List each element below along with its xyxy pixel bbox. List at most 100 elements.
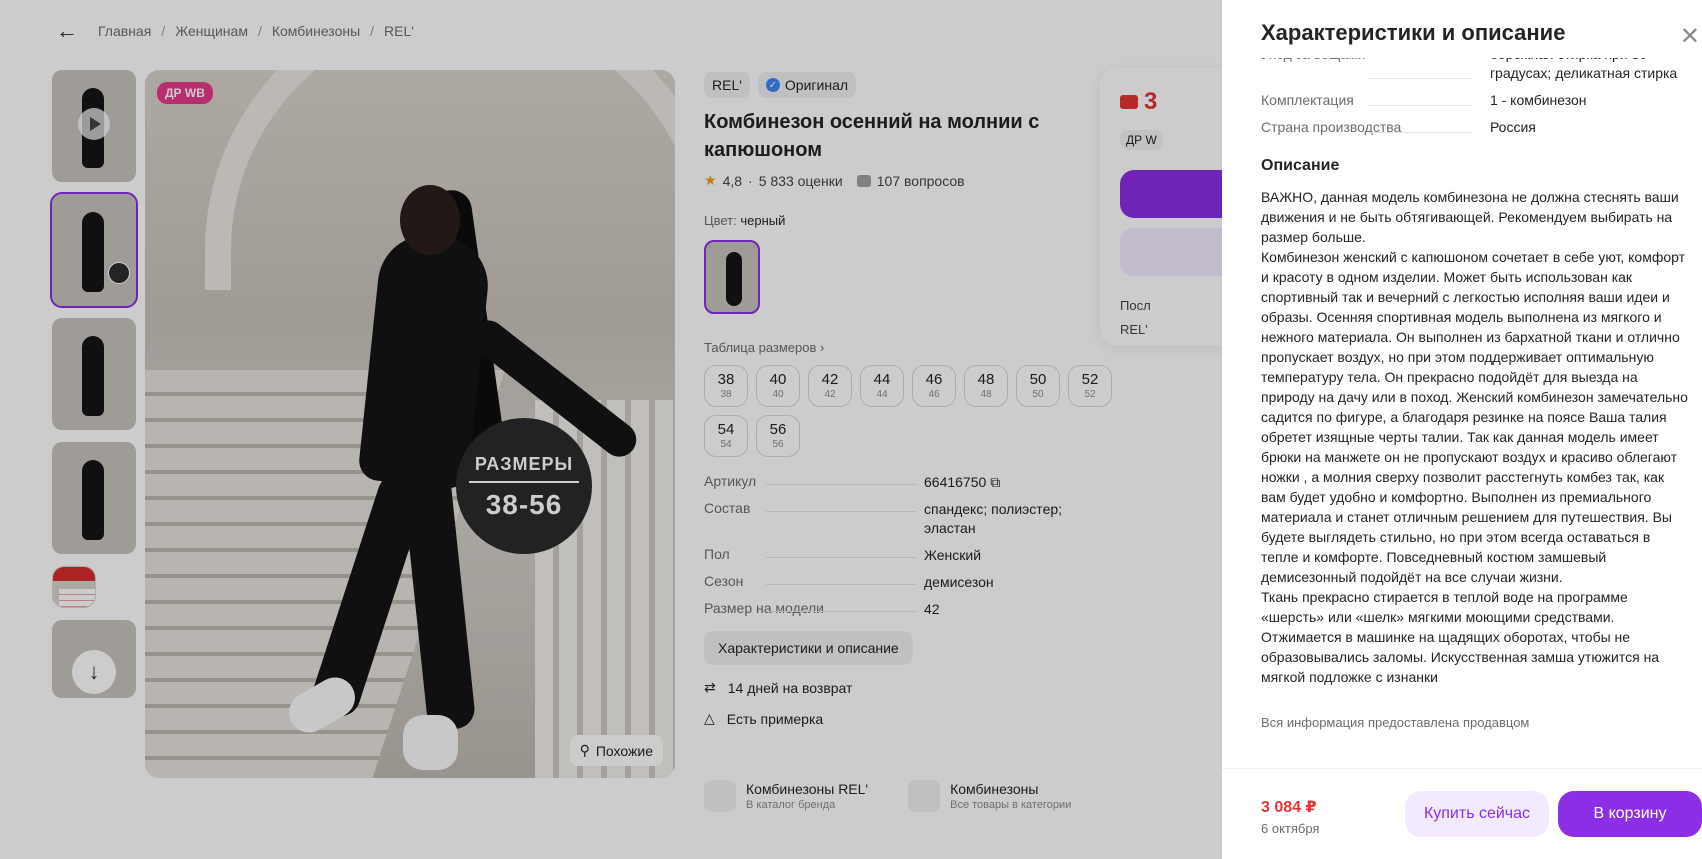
sizes-overlay: РАЗМЕРЫ 38-56 [456,418,592,554]
copy-icon[interactable]: ⧉ [990,474,1000,490]
breadcrumb-separator: / [370,23,375,39]
dot-separator: · [748,172,753,189]
color-label-text: Цвет: [704,213,737,228]
color-swatch-black[interactable] [704,240,760,314]
size-sub: 38 [720,389,732,400]
buy-now-button[interactable]: Купить сейчас [1405,791,1549,837]
param-row: Пол Женский [704,546,1114,565]
size-option[interactable]: 56 56 [756,415,800,457]
brand-catalog-text: Комбинезоны REL' В каталог бренда [746,781,868,811]
size-option[interactable]: 44 44 [860,365,904,407]
thumbnail-selected[interactable] [50,192,138,308]
size-option[interactable]: 40 40 [756,365,800,407]
panel-title: Характеристики и описание [1261,20,1566,45]
size-sticker-icon [108,262,130,284]
size-option[interactable]: 46 46 [912,365,956,407]
breadcrumb-item-brand[interactable]: REL' [384,23,414,39]
hanger-icon: △ [704,710,715,726]
thumbnail-video[interactable] [52,70,136,182]
size-sub: 42 [824,389,836,400]
param-value: спандекс; полиэстер; эластан [924,501,1063,536]
size-option[interactable]: 52 52 [1068,365,1112,407]
reviews-link[interactable]: 5 833 оценки [759,173,843,189]
wallet-icon [1120,95,1138,109]
size-option[interactable]: 50 50 [1016,365,1060,407]
size-sub: 50 [1032,389,1044,400]
breadcrumb-item-home[interactable]: Главная [98,23,151,39]
char-value: бережная стирка при 30 градусах; деликат… [1489,58,1678,81]
thumbnail[interactable]: ↓ [52,620,136,698]
buybox-price-value: 3 [1144,88,1158,115]
category-links: Комбинезоны REL' В каталог бренда Комбин… [704,780,1071,812]
breadcrumb-item-women[interactable]: Женщинам [175,23,248,39]
char-value: 1 - комбинезон [1489,92,1587,108]
param-key: Размер на модели [704,600,924,616]
breadcrumb: ← Главная / Женщинам / Комбинезоны / REL… [56,18,414,44]
param-row: Сезон демисезон [704,573,1114,592]
thumbnail[interactable] [52,318,136,430]
param-key: Состав [704,500,924,516]
char-key: Страна производства [1261,118,1490,137]
star-icon: ★ [704,172,717,188]
size-main: 54 [717,421,735,438]
size-sub: 56 [772,439,784,450]
thumbnail-size-chart[interactable] [52,566,96,608]
buybox-seller[interactable]: REL' [1120,322,1148,337]
size-main: 50 [1029,371,1047,388]
size-main: 40 [769,371,787,388]
swatch-figure [726,252,742,306]
char-row: Комплектация 1 - комбинезон [1261,91,1689,110]
thumbnail-figure [82,460,104,540]
characteristics-button[interactable]: Характеристики и описание [704,631,913,665]
arrow-left-icon[interactable]: ← [56,18,78,44]
buybox-price: 3 [1120,88,1157,116]
panel-content[interactable]: Уход за вещами бережная стирка при 30 гр… [1261,58,1689,748]
category-text: Комбинезоны Все товары в категории [950,781,1071,811]
param-key: Пол [704,546,924,562]
size-sub: 40 [772,389,784,400]
size-option[interactable]: 54 54 [704,415,748,457]
size-chart-header [53,567,95,581]
breadcrumb-item-jumpsuits[interactable]: Комбинезоны [272,23,360,39]
add-to-cart-button[interactable]: В корзину [1558,791,1702,837]
thumbnail[interactable] [52,442,136,554]
scroll-down-icon[interactable]: ↓ [72,650,116,694]
refresh-icon: ⇄ [704,679,716,695]
category-sub: Все товары в категории [950,799,1072,811]
brand-link[interactable]: REL' [704,72,750,98]
brand-row: REL' ✓ Оригинал [704,72,1114,98]
tag-icon [704,780,736,812]
divider [469,481,579,483]
param-row: Артикул 66416750 ⧉ [704,473,1114,492]
product-info: REL' ✓ Оригинал Комбинезон осенний на мо… [704,72,1114,727]
questions-link[interactable]: 107 вопросов [877,173,965,189]
similar-button[interactable]: ⚲ Похожие [569,735,663,766]
size-option[interactable]: 38 38 [704,365,748,407]
size-table-link[interactable]: Таблица размеров › [704,340,1114,355]
article-value: 66416750 [924,474,987,490]
breadcrumb-separator: / [257,23,262,39]
check-icon: ✓ [765,78,780,92]
param-key: Сезон [704,573,924,589]
buybox-line: Посл [1120,298,1151,313]
question-icon [856,174,871,187]
model-shoe [403,715,458,770]
close-icon[interactable]: ✕ [1680,22,1700,51]
char-row: Страна производства Россия [1261,118,1689,137]
brand-catalog-link[interactable]: Комбинезоны REL' В каталог бренда [704,780,868,812]
size-main: 56 [769,421,787,438]
chevron-right-icon: › [820,340,825,355]
size-main: 42 [821,371,839,388]
fitting-perk: △ Есть примерка [704,710,1114,727]
original-badge: ✓ Оригинал [757,72,857,98]
param-value: 42 [924,601,940,617]
layers-icon [908,780,941,812]
category-link[interactable]: Комбинезоны Все товары в категории [908,780,1071,812]
delivery-date: 6 октября [1261,821,1320,836]
size-option[interactable]: 42 42 [808,365,852,407]
size-chart-grid [59,589,95,607]
sizes-overlay-title: РАЗМЕРЫ [474,454,574,474]
params-list: Артикул 66416750 ⧉ Состав спандекс; поли… [704,473,1114,619]
main-product-image[interactable]: ДР WB РАЗМЕРЫ 38-56 ⚲ Похожие [145,70,675,778]
size-option[interactable]: 48 48 [964,365,1008,407]
